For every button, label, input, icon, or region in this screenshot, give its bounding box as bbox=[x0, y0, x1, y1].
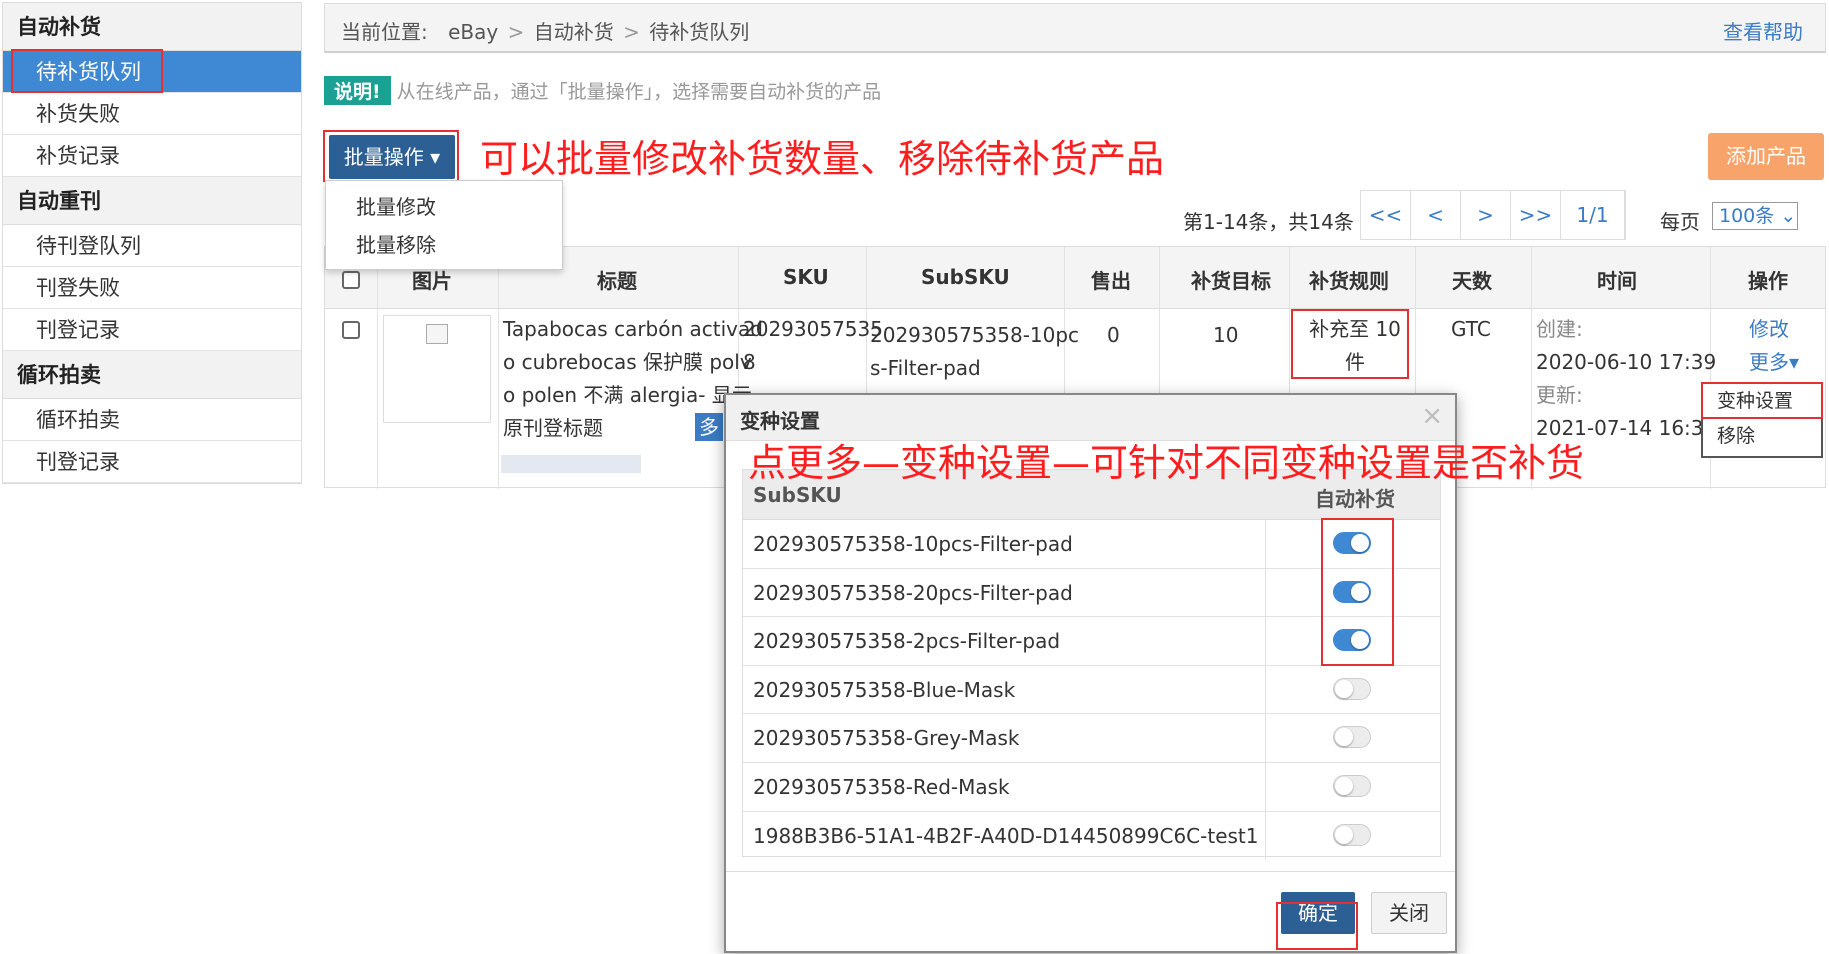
variant-row: 202930575358-10pcs-Filter-pad bbox=[743, 520, 1440, 569]
variant-subsku: 202930575358-Blue-Mask bbox=[753, 677, 1016, 702]
menu-item-variant-settings[interactable]: 变种设置 bbox=[1703, 384, 1821, 419]
instruction-note: 说明! 从在线产品，通过「批量操作」，选择需要自动补货的产品 bbox=[324, 76, 881, 105]
days-cell: GTC bbox=[1451, 317, 1491, 341]
variant-row: 202930575358-2pcs-Filter-pad bbox=[743, 617, 1440, 666]
sold-cell: 0 bbox=[1107, 323, 1120, 347]
broken-image-icon bbox=[426, 324, 448, 344]
auto-restock-toggle[interactable] bbox=[1333, 726, 1371, 749]
auto-restock-toggle[interactable] bbox=[1333, 629, 1371, 652]
th-actions: 操作 bbox=[1748, 269, 1788, 293]
per-page-select[interactable]: 100条 ⌄ bbox=[1712, 202, 1798, 230]
sidebar: 自动补货 待补货队列 补货失败 补货记录 自动重刊 待刊登队列 刊登失败 刊登记… bbox=[2, 2, 302, 484]
rule-cell: 补充至 10 件 bbox=[1309, 317, 1401, 374]
th-rule: 补货规则 bbox=[1309, 269, 1389, 293]
product-image bbox=[383, 315, 491, 423]
th-subsku: SubSKU bbox=[921, 265, 1010, 289]
auto-restock-toggle[interactable] bbox=[1333, 580, 1371, 603]
breadcrumb-bar: 当前位置: eBay > 自动补货 > 待补货队列 查看帮助 bbox=[324, 3, 1826, 53]
sidebar-group-auto-restock: 自动补货 bbox=[3, 3, 301, 51]
modal-footer: 确定 关闭 bbox=[726, 871, 1455, 951]
th-sold: 售出 bbox=[1091, 269, 1131, 293]
add-product-button[interactable]: 添加产品 bbox=[1708, 133, 1824, 180]
breadcrumb-item-ebay[interactable]: eBay bbox=[448, 20, 498, 44]
pagination-summary: 第1-14条，共14条 bbox=[1183, 210, 1354, 234]
edit-link[interactable]: 修改 bbox=[1749, 313, 1789, 346]
variant-row: 202930575358-Blue-Mask bbox=[743, 665, 1440, 715]
note-text: 从在线产品，通过「批量操作」，选择需要自动补货的产品 bbox=[396, 81, 882, 103]
menu-item-remove[interactable]: 移除 bbox=[1703, 419, 1821, 454]
annotation-variant: 点更多—变种设置—可针对不同变种设置是否补货 bbox=[748, 441, 1585, 485]
confirm-button[interactable]: 确定 bbox=[1281, 892, 1355, 934]
th-time: 时间 bbox=[1597, 269, 1637, 293]
more-menu: 变种设置 移除 bbox=[1701, 382, 1823, 458]
th-target: 补货目标 bbox=[1191, 269, 1271, 293]
sidebar-item-listing-queue[interactable]: 待刊登队列 bbox=[3, 225, 301, 267]
variant-subsku: 202930575358-Grey-Mask bbox=[753, 726, 1020, 751]
page-next-button[interactable]: > bbox=[1461, 191, 1511, 239]
note-badge: 说明! bbox=[324, 76, 391, 105]
variant-row: 202930575358-Grey-Mask bbox=[743, 714, 1440, 763]
th-days: 天数 bbox=[1452, 269, 1492, 293]
th-sku: SKU bbox=[783, 265, 829, 289]
row-checkbox[interactable] bbox=[342, 321, 360, 339]
sidebar-item-restock-log[interactable]: 补货记录 bbox=[3, 135, 301, 177]
select-all-checkbox[interactable] bbox=[342, 271, 360, 289]
subsku-cell: 202930575358-10pc s-Filter-pad bbox=[870, 323, 1080, 380]
sidebar-item-cyclic-auction[interactable]: 循环拍卖 bbox=[3, 399, 301, 441]
close-button[interactable]: 关闭 bbox=[1371, 892, 1447, 934]
breadcrumb-item-restock-queue: 待补货队列 bbox=[649, 20, 750, 44]
multi-variant-badge: 多 bbox=[695, 413, 723, 441]
sidebar-item-listing-log[interactable]: 刊登记录 bbox=[3, 309, 301, 351]
sidebar-group-cyclic-auction: 循环拍卖 bbox=[3, 351, 301, 399]
auto-restock-toggle[interactable] bbox=[1333, 774, 1371, 797]
target-cell: 10 bbox=[1213, 323, 1239, 347]
variant-subsku: 202930575358-Red-Mask bbox=[753, 774, 1010, 799]
blurred-text bbox=[501, 455, 641, 473]
close-icon[interactable]: × bbox=[1421, 401, 1443, 431]
sidebar-group-auto-relist: 自动重刊 bbox=[3, 177, 301, 225]
variant-row: 1988B3B6-51A1-4B2F-A40D-D14450899C6C-tes… bbox=[743, 811, 1440, 861]
variant-row: 202930575358-20pcs-Filter-pad bbox=[743, 568, 1440, 618]
sidebar-item-auction-listing-log[interactable]: 刊登记录 bbox=[3, 441, 301, 483]
menu-item-batch-edit[interactable]: 批量修改 bbox=[326, 188, 562, 226]
breadcrumb: 当前位置: eBay > 自动补货 > 待补货队列 bbox=[341, 16, 749, 45]
page-first-button[interactable]: << bbox=[1361, 191, 1411, 239]
variant-row: 202930575358-Red-Mask bbox=[743, 762, 1440, 812]
modal-title: 变种设置 bbox=[740, 409, 820, 433]
auto-restock-toggle[interactable] bbox=[1333, 823, 1371, 846]
per-page-label: 每页 bbox=[1660, 210, 1700, 234]
page-prev-button[interactable]: < bbox=[1411, 191, 1461, 239]
auto-restock-toggle[interactable] bbox=[1333, 532, 1371, 554]
sidebar-item-restock-failed[interactable]: 补货失败 bbox=[3, 93, 301, 135]
th-title: 标题 bbox=[597, 269, 637, 293]
pagination: << < > >> 1/1 bbox=[1360, 190, 1626, 240]
variant-subsku: 202930575358-20pcs-Filter-pad bbox=[753, 580, 1073, 605]
variant-subsku: 202930575358-10pcs-Filter-pad bbox=[753, 532, 1073, 556]
page-current: 1/1 bbox=[1561, 191, 1625, 239]
page-last-button[interactable]: >> bbox=[1511, 191, 1561, 239]
variant-table: SubSKU 自动补货 202930575358-10pcs-Filter-pa… bbox=[742, 469, 1441, 861]
variant-subsku: 202930575358-2pcs-Filter-pad bbox=[753, 629, 1061, 654]
breadcrumb-prefix: 当前位置: bbox=[341, 20, 428, 44]
time-cell: 创建: 2020-06-10 17:39 更新: 2021-07-14 16:3… bbox=[1536, 317, 1717, 440]
sidebar-item-restock-queue[interactable]: 待补货队列 bbox=[3, 51, 301, 93]
th-variant-auto-restock: 自动补货 bbox=[1315, 487, 1395, 511]
breadcrumb-item-auto-restock[interactable]: 自动补货 bbox=[534, 20, 614, 44]
batch-operations-button[interactable]: 批量操作 ▾ bbox=[329, 135, 455, 179]
breadcrumb-separator: > bbox=[623, 20, 640, 44]
annotation-batch: 可以批量修改补货数量、移除待补货产品 bbox=[480, 137, 1165, 181]
menu-item-batch-remove[interactable]: 批量移除 bbox=[326, 226, 562, 264]
variant-subsku: 1988B3B6-51A1-4B2F-A40D-D14450899C6C-tes… bbox=[753, 823, 1259, 848]
sidebar-item-listing-failed[interactable]: 刊登失败 bbox=[3, 267, 301, 309]
sku-cell: 20293057535 8 bbox=[743, 317, 883, 374]
more-dropdown[interactable]: 更多▾ bbox=[1749, 346, 1799, 379]
auto-restock-toggle[interactable] bbox=[1333, 677, 1371, 700]
batch-operations-menu: 批量修改 批量移除 bbox=[325, 180, 563, 270]
help-link[interactable]: 查看帮助 bbox=[1723, 16, 1803, 45]
breadcrumb-separator: > bbox=[507, 20, 525, 44]
